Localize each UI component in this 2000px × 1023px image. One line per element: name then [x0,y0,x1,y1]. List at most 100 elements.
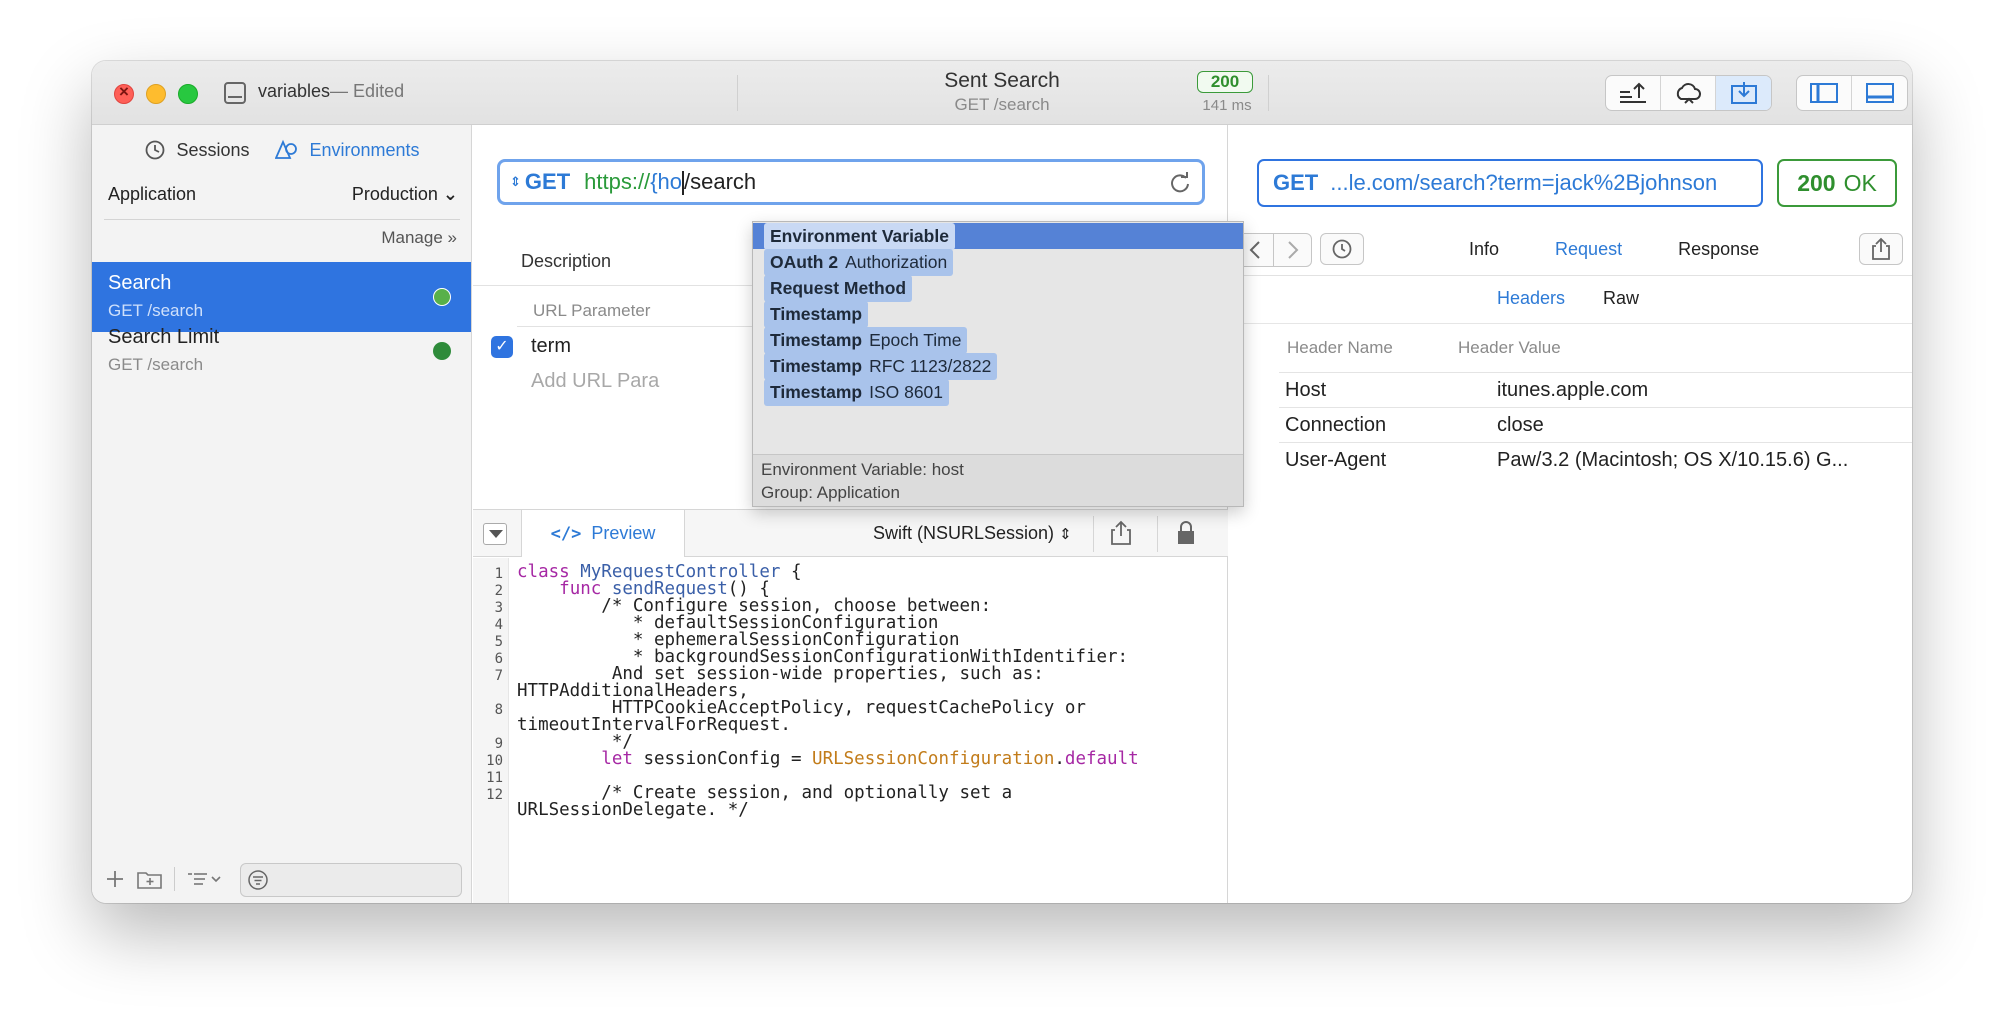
response-status-badge[interactable]: 200 OK [1777,159,1897,207]
autocomplete-detail-group: Group: Application [761,483,900,502]
sent-request-title: Sent Search [944,69,1060,92]
request-subtabs: Headers Raw [1497,288,1639,309]
sent-request-subtitle: GET /search [954,95,1050,114]
new-group-icon[interactable] [136,868,164,890]
autocomplete-item-label: Timestamp RFC 1123/2822 [764,352,998,380]
sort-upload-icon [1620,82,1646,103]
url-variable-token: {ho [650,168,683,194]
url-params-header: URL Parameter [533,301,651,320]
forward-button[interactable] [1274,234,1311,266]
share-icon[interactable] [1109,520,1133,546]
tab-response[interactable]: Response [1678,239,1759,260]
autocomplete-item-title: Timestamp [770,381,863,402]
autocomplete-item-label: Environment Variable [764,222,955,250]
url-path: /search [684,168,757,194]
tab-sessions[interactable]: Sessions [144,139,249,161]
zoom-window-button[interactable] [178,84,198,104]
manage-label: Manage [381,228,443,247]
cloud-sync-button[interactable] [1661,76,1716,110]
header-value: itunes.apple.com [1497,379,1649,401]
tab-sessions-label: Sessions [176,139,250,160]
autocomplete-item-detail: Authorization [845,251,948,272]
chevron-right-icon [1287,241,1298,259]
chevron-left-icon [1249,241,1260,259]
download-tray-icon [1730,82,1757,104]
header-name: User-Agent [1285,449,1387,471]
sort-list-icon[interactable] [185,868,225,890]
code-language-select[interactable]: Swift (NSURLSession) ⇕ [873,523,1072,544]
code-preview-toolbar: </> Preview Swift (NSURLSession) ⇕ [473,509,1228,557]
filter-input[interactable] [240,863,462,897]
close-window-button[interactable] [114,82,134,104]
document-title[interactable]: variables— Edited [258,81,404,102]
autocomplete-item[interactable]: Environment Variable [753,222,1243,250]
autocomplete-item[interactable]: Timestamp Epoch Time [753,326,1243,354]
url-text: https://{ho/search [584,168,757,196]
autocomplete-item-label: Timestamp ISO 8601 [764,378,950,406]
autocomplete-item-title: Environment Variable [770,225,949,246]
code-language-label: Swift (NSURLSession) [873,523,1055,543]
history-clock-icon [1332,239,1352,259]
environment-select[interactable]: Production ⌄ [352,184,458,205]
autocomplete-item[interactable]: Timestamp RFC 1123/2822 [753,352,1243,380]
header-row[interactable]: User-Agent Paw/3.2 (Macintosh; OS X/10.15… [1279,442,1912,477]
bottom-panel-layout-icon [1865,83,1894,103]
autocomplete-item[interactable]: Request Method [753,274,1243,302]
autocomplete-item-detail: ISO 8601 [869,381,944,402]
sidebar: Sessions Environments Application Produc… [92,125,472,903]
tab-environments[interactable]: Environments [275,139,420,161]
request-item-search-limit[interactable]: Search Limit GET /search [92,316,471,386]
param-name[interactable]: term [531,335,571,358]
autocomplete-item[interactable]: Timestamp [753,300,1243,328]
reload-icon[interactable] [1168,171,1192,195]
subtab-raw[interactable]: Raw [1603,288,1639,309]
autocomplete-item-detail: Epoch Time [869,329,962,350]
history-button[interactable] [1320,233,1364,265]
manage-environments-button[interactable]: Manage » [381,228,457,248]
tab-description[interactable]: Description [521,251,611,272]
lock-icon[interactable] [1175,520,1197,546]
response-status-code: 200 [1797,169,1836,196]
code-preview[interactable]: 1 class MyRequestController {2 func sendR… [473,558,1228,903]
autocomplete-item[interactable]: Timestamp ISO 8601 [753,378,1243,406]
document-state: — Edited [330,81,405,101]
up-down-chevron-icon: ⇕ [510,174,521,189]
collapse-preview-button[interactable] [483,523,507,545]
tab-request[interactable]: Request [1555,239,1622,260]
sent-url: ...le.com/search?term=jack%2Bjohnson [1330,170,1718,195]
sent-url-field[interactable]: GET ...le.com/search?term=jack%2Bjohnson [1257,159,1763,207]
plus-icon[interactable] [104,868,126,890]
tab-preview[interactable]: </> Preview [521,510,685,557]
header-row[interactable]: Host itunes.apple.com [1279,372,1912,407]
param-enabled-checkbox[interactable]: ✓ [491,336,513,358]
tab-info[interactable]: Info [1469,239,1499,260]
url-scheme: https:// [584,168,651,194]
autocomplete-dropdown: Environment Variable: host Group: Applic… [752,221,1244,507]
app-window: variables— Edited Sent Search GET /searc… [92,61,1912,903]
add-url-param-input[interactable]: Add URL Para [531,370,659,393]
back-forward-group [1236,233,1312,267]
environment-group-label: Application [108,184,197,204]
minimize-window-button[interactable] [146,84,166,104]
chevron-down-icon: ⌄ [442,184,458,204]
divider [1229,275,1912,276]
import-button[interactable] [1716,76,1771,110]
tab-environments-label: Environments [309,139,420,160]
titlebar: variables— Edited Sent Search GET /searc… [92,61,1912,125]
environments-icon [275,139,298,159]
method-select[interactable]: ⇕ GET [510,169,570,195]
divider [104,219,460,220]
toggle-sidebar-button[interactable] [1797,76,1852,110]
divider [1229,323,1912,324]
sent-method: GET [1273,170,1319,195]
sort-button[interactable] [1606,76,1661,110]
url-input[interactable]: ⇕ GET https://{ho/search [497,159,1205,205]
autocomplete-item-detail: RFC 1123/2822 [869,355,992,376]
header-row[interactable]: Connection close [1279,407,1912,442]
autocomplete-item[interactable]: OAuth 2 Authorization [753,248,1243,276]
subtab-headers[interactable]: Headers [1497,288,1565,309]
export-button[interactable] [1859,233,1903,265]
status-dot [433,342,451,360]
status-dot [433,288,451,306]
toggle-bottom-panel-button[interactable] [1852,76,1907,110]
